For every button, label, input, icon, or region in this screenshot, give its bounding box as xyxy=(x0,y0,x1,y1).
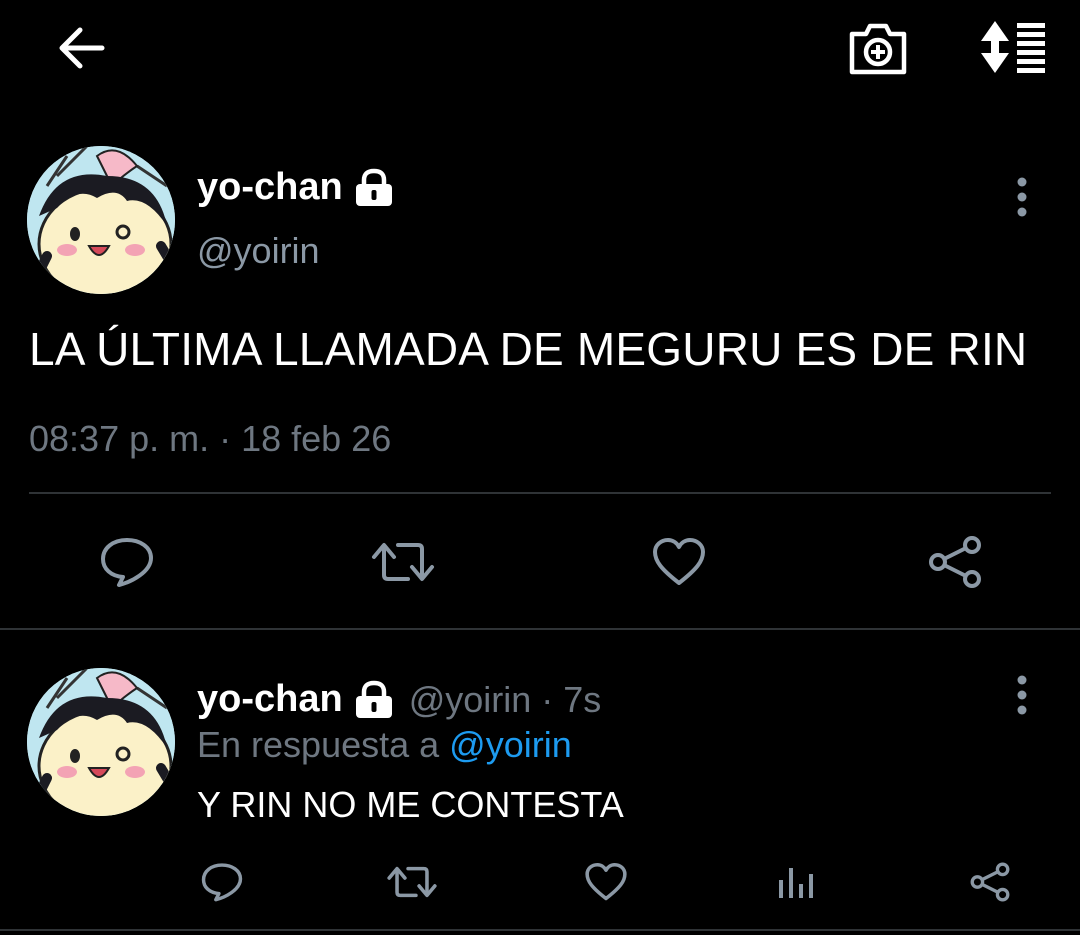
more-vertical-icon xyxy=(1017,675,1027,715)
share-button[interactable] xyxy=(920,530,990,594)
reply-text: Y RIN NO ME CONTESTA xyxy=(197,784,624,825)
reply-share-button[interactable] xyxy=(964,856,1016,908)
lock-icon xyxy=(355,168,392,206)
lock-icon xyxy=(355,680,392,718)
camera-plus-icon xyxy=(849,23,907,75)
reply-handle-time[interactable]: @yoirin · 7s xyxy=(409,679,602,721)
heart-icon xyxy=(585,862,627,901)
camera-button[interactable] xyxy=(840,14,916,80)
tweet-more-button[interactable] xyxy=(1000,174,1044,220)
reply-analytics-button[interactable] xyxy=(772,856,820,908)
retweet-icon xyxy=(372,543,434,581)
mention-link[interactable]: @yoirin xyxy=(449,724,572,765)
display-name[interactable]: yo-chan xyxy=(197,166,343,209)
divider xyxy=(29,492,1051,494)
reply-author-name[interactable]: yo-chan @yoirin · 7s xyxy=(197,678,601,721)
reply-avatar[interactable] xyxy=(27,668,175,816)
tweet-author-name[interactable]: yo-chan xyxy=(197,166,395,209)
back-button[interactable] xyxy=(44,20,116,76)
section-divider xyxy=(0,628,1080,630)
avatar-illustration xyxy=(27,668,175,816)
like-button[interactable] xyxy=(644,530,714,594)
comment-icon xyxy=(101,538,153,587)
heart-icon xyxy=(653,538,705,585)
share-icon xyxy=(929,536,981,588)
share-icon xyxy=(970,862,1010,902)
reply-reply-button[interactable] xyxy=(196,856,248,908)
retweet-icon xyxy=(387,866,437,898)
reply-more-button[interactable] xyxy=(1000,672,1044,718)
reply-retweet-button[interactable] xyxy=(384,856,440,908)
reply-button[interactable] xyxy=(92,530,162,594)
sort-button[interactable] xyxy=(970,14,1052,80)
tweet-timestamp[interactable]: 08:37 p. m. · 18 feb 26 xyxy=(29,418,391,460)
display-name[interactable]: yo-chan xyxy=(197,678,343,721)
tweet-author-handle[interactable]: @yoirin xyxy=(197,230,320,272)
retweet-button[interactable] xyxy=(366,530,440,594)
tweet-text: LA ÚLTIMA LLAMADA DE MEGURU ES DE RIN xyxy=(29,323,1028,375)
in-reply-label: En respuesta a xyxy=(197,724,450,765)
reply-like-button[interactable] xyxy=(580,856,632,908)
analytics-icon xyxy=(779,868,813,898)
more-vertical-icon xyxy=(1017,177,1027,217)
avatar[interactable] xyxy=(27,146,175,294)
comment-icon xyxy=(201,863,243,902)
in-reply-to: En respuesta a @yoirin xyxy=(197,724,572,766)
sort-list-icon xyxy=(981,21,1045,73)
avatar-illustration xyxy=(27,146,175,294)
bottom-divider xyxy=(0,929,1080,931)
arrow-left-icon xyxy=(59,27,105,69)
